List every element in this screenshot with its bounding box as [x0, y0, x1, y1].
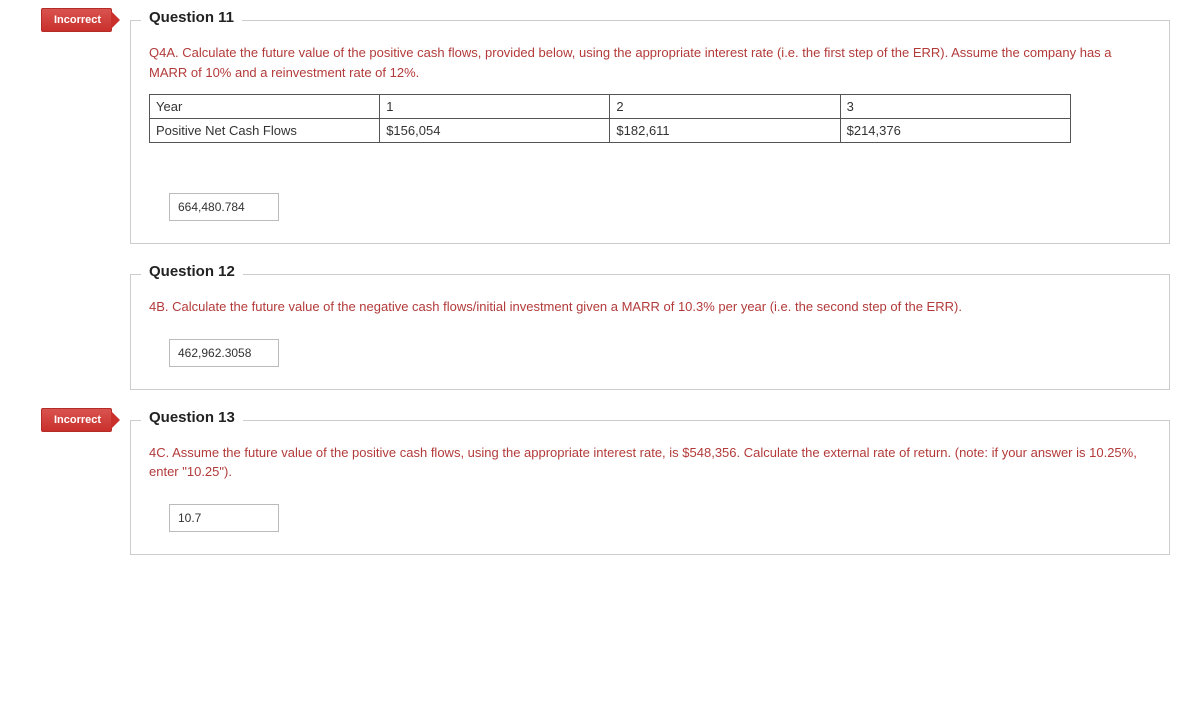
table-cell: Positive Net Cash Flows — [150, 119, 380, 143]
table-cell: 2 — [610, 95, 840, 119]
question-12: Question 12 4B. Calculate the future val… — [130, 274, 1170, 390]
question-prompt: 4B. Calculate the future value of the ne… — [149, 297, 1151, 317]
question-title: Question 11 — [141, 9, 242, 26]
incorrect-badge: Incorrect — [41, 8, 112, 32]
question-11: Incorrect Question 11 Q4A. Calculate the… — [130, 20, 1170, 244]
incorrect-badge: Incorrect — [41, 408, 112, 432]
table-row: Year 1 2 3 — [150, 95, 1071, 119]
table-cell: 3 — [840, 95, 1070, 119]
table-row: Positive Net Cash Flows $156,054 $182,61… — [150, 119, 1071, 143]
question-prompt: Q4A. Calculate the future value of the p… — [149, 43, 1151, 82]
cash-flow-table: Year 1 2 3 Positive Net Cash Flows $156,… — [149, 94, 1071, 143]
answer-input[interactable] — [169, 193, 279, 221]
question-13: Incorrect Question 13 4C. Assume the fut… — [130, 420, 1170, 555]
question-title: Question 12 — [141, 263, 243, 280]
table-cell: $156,054 — [380, 119, 610, 143]
answer-input[interactable] — [169, 504, 279, 532]
question-title: Question 13 — [141, 409, 243, 426]
question-prompt: 4C. Assume the future value of the posit… — [149, 443, 1151, 482]
table-cell: Year — [150, 95, 380, 119]
table-cell: 1 — [380, 95, 610, 119]
table-cell: $182,611 — [610, 119, 840, 143]
table-cell: $214,376 — [840, 119, 1070, 143]
answer-input[interactable] — [169, 339, 279, 367]
